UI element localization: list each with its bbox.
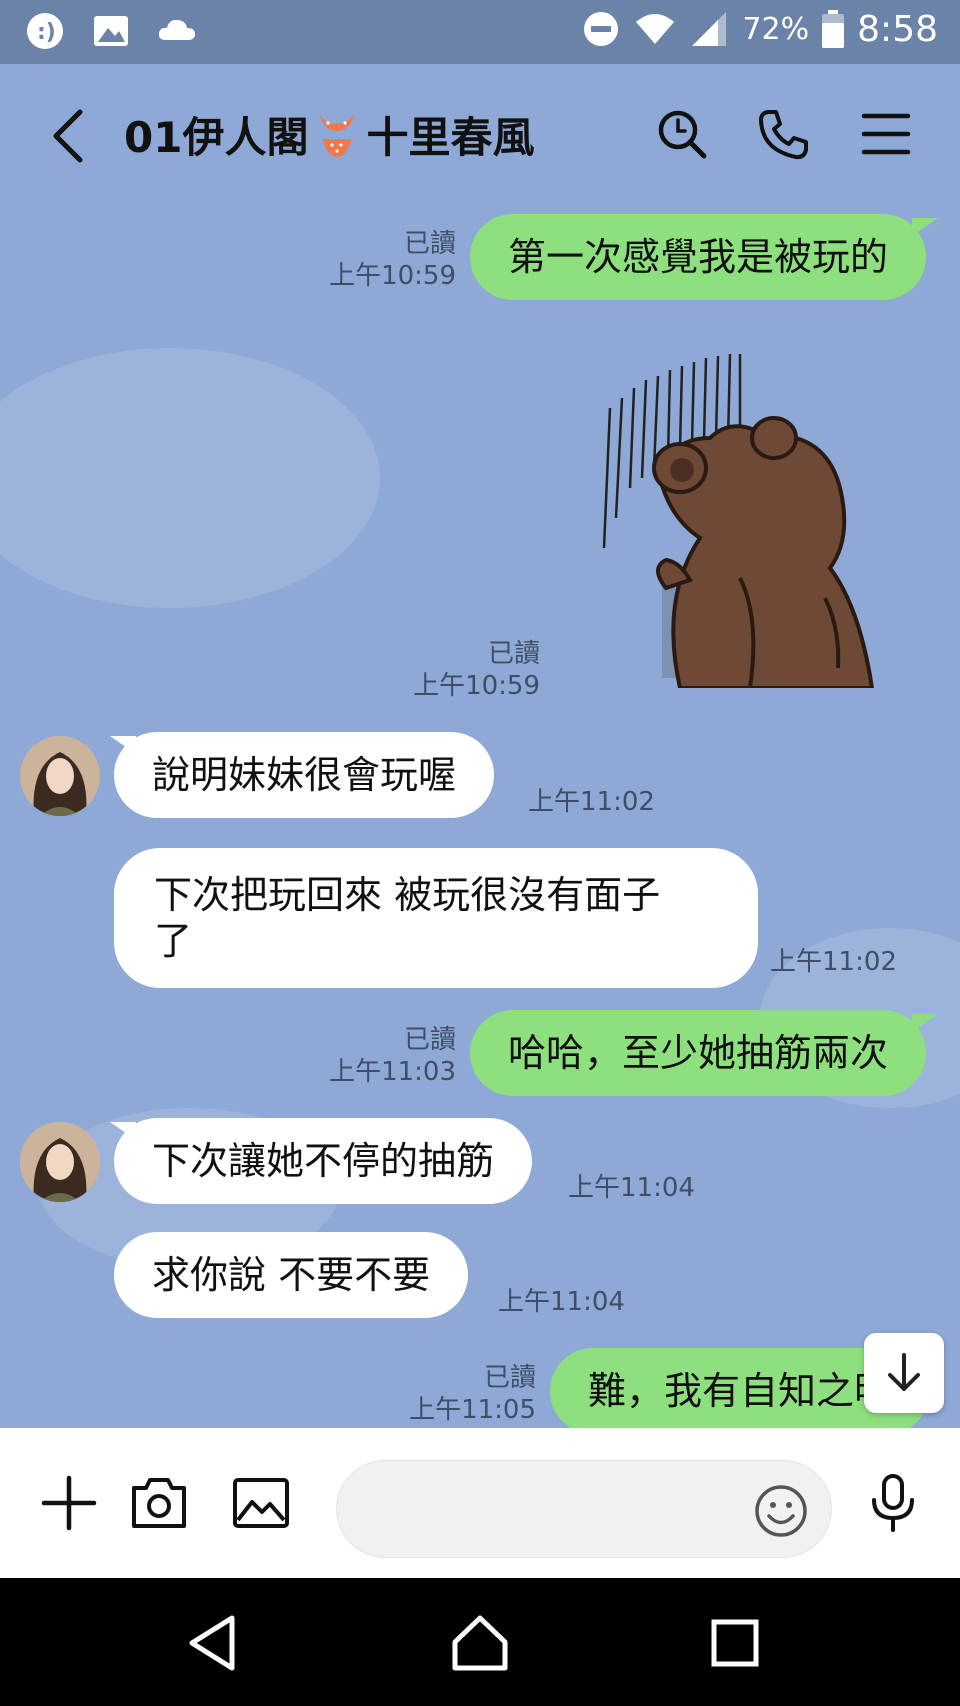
bubble-tail [912,218,938,236]
battery-icon [822,10,845,48]
arrow-down-icon [888,1353,920,1391]
message-meta: 已讀 上午10:59 [390,638,540,702]
contact-avatar[interactable] [20,1122,100,1202]
status-left-icons: :) [24,10,198,52]
message-bubble-incoming[interactable]: 下次把玩回來 被玩很沒有面子 了 [114,848,758,988]
message-input-bar [0,1428,960,1578]
chat-title: 01伊人閣 十里春風 [124,104,534,165]
gallery-icon[interactable] [230,1472,292,1534]
assistant-icon: :) [27,13,63,49]
message-time: 上午11:04 [568,1173,695,1203]
message-meta: 已讀 上午11:03 [300,1024,456,1088]
avatar-photo [20,736,100,816]
message-input[interactable] [336,1460,832,1558]
bikini-emoji-icon [319,112,356,157]
read-receipt: 已讀 [403,229,456,259]
message-bubble-incoming[interactable]: 說明妹妹很會玩喔 [114,732,495,818]
read-receipt: 已讀 [487,639,540,669]
message-text-line: 下次把玩回來 被玩很沒有面子 [154,873,661,917]
battery-percent: 72% [742,11,810,47]
message-bubble-incoming[interactable]: 下次讓她不停的抽筋 [114,1118,533,1204]
message-time: 上午11:02 [528,787,655,817]
nav-back-icon[interactable] [180,1608,250,1678]
back-arrow-icon[interactable] [44,106,94,166]
avatar-photo [20,1122,100,1202]
system-navigation-bar [0,1578,960,1706]
chat-header: 01伊人閣 十里春風 [0,64,960,208]
image-icon [94,16,128,46]
chat-messages[interactable]: 已讀 上午10:59 第一次感覺我是被玩的 已讀 上午10:59 說明妹妹很會玩… [0,208,960,1428]
message-time: 上午10:59 [329,261,456,291]
chat-title-part1: 01伊人閣 [124,113,309,162]
nav-home-icon[interactable] [445,1608,515,1678]
message-time: 上午11:05 [409,1395,536,1425]
microphone-icon[interactable] [862,1472,924,1534]
status-time: 8:58 [857,8,938,50]
menu-icon[interactable] [858,106,914,162]
message-bubble-incoming[interactable]: 求你說 不要不要 [114,1232,469,1318]
status-bar: :) 72% 8:58 [0,0,960,64]
plus-icon[interactable] [38,1472,100,1534]
background-cloud [0,348,380,608]
message-meta: 已讀 上午11:05 [380,1362,536,1426]
message-bubble-outgoing[interactable]: 第一次感覺我是被玩的 [470,214,927,300]
read-receipt: 已讀 [483,1363,536,1393]
message-meta: 已讀 上午10:59 [300,228,456,292]
message-text-line: 了 [154,919,193,963]
status-right: 72% 8:58 [580,8,938,50]
signal-icon [692,12,727,46]
scroll-to-bottom-button[interactable] [864,1333,944,1413]
message-time: 上午10:59 [413,671,540,701]
do-not-disturb-icon [584,12,619,46]
search-icon[interactable] [654,106,710,162]
bubble-tail [912,1014,938,1032]
cloud-icon [158,19,195,40]
contact-avatar[interactable] [20,736,100,816]
message-bubble-outgoing[interactable]: 哈哈，至少她抽筋兩次 [470,1010,927,1096]
wifi-icon [636,14,675,44]
message-time: 上午11:02 [770,947,897,977]
svg-text::): :) [37,20,56,45]
read-receipt: 已讀 [403,1025,456,1055]
chat-title-part2: 十里春風 [366,113,535,162]
emoji-icon[interactable] [753,1483,809,1539]
sticker-bear-facing-wall[interactable] [590,348,890,688]
message-time: 上午11:03 [329,1057,456,1087]
message-text-field[interactable] [367,1485,747,1535]
phone-call-icon[interactable] [756,106,812,162]
nav-recents-icon[interactable] [700,1608,770,1678]
message-time: 上午11:04 [498,1287,625,1317]
camera-icon[interactable] [128,1472,190,1534]
